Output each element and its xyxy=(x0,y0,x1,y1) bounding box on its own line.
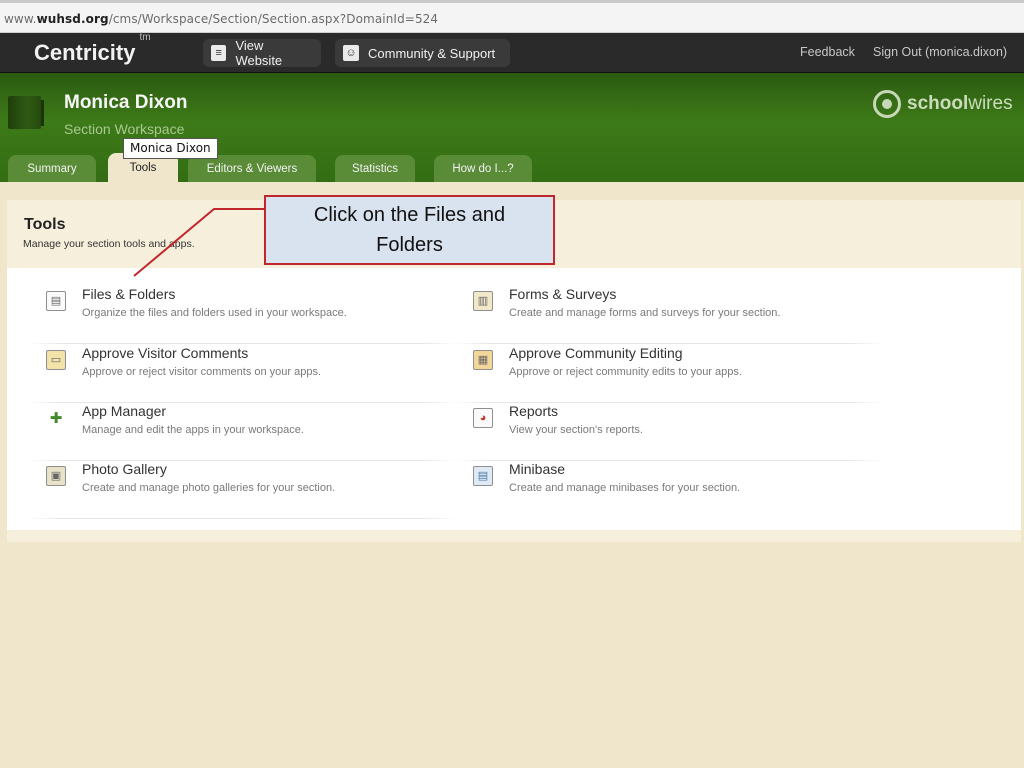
view-website-button[interactable]: ≡ View Website xyxy=(203,38,321,68)
schoolwires-ring-icon xyxy=(873,90,901,118)
tools-list: ▤ Files & Folders Organize the files and… xyxy=(7,268,1021,530)
section-owner-name: Monica Dixon xyxy=(64,92,188,113)
tool-label[interactable]: Approve Visitor Comments xyxy=(82,345,248,361)
puzzle-icon: ✚ xyxy=(46,408,66,428)
tool-description: Create and manage photo galleries for yo… xyxy=(82,482,336,494)
tool-label[interactable]: Photo Gallery xyxy=(82,461,167,477)
tool-description: View your section's reports. xyxy=(509,424,643,436)
brand-name: Centricity xyxy=(34,40,136,65)
tooltip: Monica Dixon xyxy=(123,138,218,159)
tool-label[interactable]: Files & Folders xyxy=(82,286,175,302)
url-prefix: www. xyxy=(4,12,37,26)
tool-label[interactable]: Forms & Surveys xyxy=(509,286,616,302)
tab-editors-viewers[interactable]: Editors & Viewers xyxy=(188,155,316,182)
tool-description: Create and manage minibases for your sec… xyxy=(509,482,741,494)
logo-text-light: wires xyxy=(968,93,1013,114)
tool-label[interactable]: App Manager xyxy=(82,403,166,419)
forms-surveys-icon: ▥ xyxy=(473,291,493,311)
tool-description: Approve or reject visitor comments on yo… xyxy=(82,366,322,378)
url-text[interactable]: www.wuhsd.org/cms/Workspace/Section/Sect… xyxy=(4,12,438,26)
tool-app-manager[interactable]: ✚ App Manager Manage and edit the apps i… xyxy=(27,403,457,461)
community-support-button[interactable]: ☺ Community & Support xyxy=(335,39,510,67)
view-website-label: View Website xyxy=(235,38,283,68)
tool-approve-community-editing[interactable]: ▦ Approve Community Editing Approve or r… xyxy=(454,345,884,403)
top-navbar: Centricitytm ≡ View Website ☺ Community … xyxy=(0,32,1024,73)
tool-description: Create and manage forms and surveys for … xyxy=(509,307,781,319)
tool-description: Manage and edit the apps in your workspa… xyxy=(82,424,304,436)
tab-how-do-i[interactable]: How do I...? xyxy=(434,155,532,182)
feedback-link[interactable]: Feedback xyxy=(800,45,855,59)
tool-files-folders[interactable]: ▤ Files & Folders Organize the files and… xyxy=(27,286,457,344)
section-subtitle: Section Workspace xyxy=(64,121,185,137)
url-domain: wuhsd.org xyxy=(36,12,109,26)
tab-statistics[interactable]: Statistics xyxy=(335,155,415,182)
tool-minibase[interactable]: ▤ Minibase Create and manage minibases f… xyxy=(454,461,884,519)
tool-reports[interactable]: ◕ Reports View your section's reports. xyxy=(454,403,884,461)
files-folders-icon: ▤ xyxy=(46,291,66,311)
tool-label[interactable]: Approve Community Editing xyxy=(509,345,683,361)
tool-approve-visitor-comments[interactable]: ▭ Approve Visitor Comments Approve or re… xyxy=(27,345,457,403)
divider xyxy=(454,343,884,344)
tool-label[interactable]: Minibase xyxy=(509,461,565,477)
minibase-icon: ▤ xyxy=(473,466,493,486)
brand-logo[interactable]: Centricitytm xyxy=(34,32,151,66)
sign-out-link[interactable]: Sign Out (monica.dixon) xyxy=(873,45,1007,59)
address-bar[interactable]: www.wuhsd.org/cms/Workspace/Section/Sect… xyxy=(0,0,1024,33)
url-path: /cms/Workspace/Section/Section.aspx?Doma… xyxy=(108,12,439,26)
tool-label[interactable]: Reports xyxy=(509,403,558,419)
tool-forms-surveys[interactable]: ▥ Forms & Surveys Create and manage form… xyxy=(454,286,884,344)
tool-description: Organize the files and folders used in y… xyxy=(82,307,347,319)
community-editing-icon: ▦ xyxy=(473,350,493,370)
tool-description: Approve or reject community edits to you… xyxy=(509,366,742,378)
divider xyxy=(27,518,457,519)
divider xyxy=(27,343,457,344)
section-book-icon xyxy=(8,96,44,129)
page-description: Manage your section tools and apps. xyxy=(23,238,195,250)
smiley-icon: ☺ xyxy=(343,45,359,61)
page-title: Tools xyxy=(24,216,66,233)
comments-icon: ▭ xyxy=(46,350,66,370)
photo-gallery-icon: ▣ xyxy=(46,466,66,486)
tab-summary[interactable]: Summary xyxy=(8,155,96,182)
community-support-label: Community & Support xyxy=(368,45,496,61)
document-icon: ≡ xyxy=(211,45,227,61)
schoolwires-logo: schoolwires xyxy=(873,90,1013,118)
logo-text-bold: school xyxy=(907,93,969,114)
reports-icon: ◕ xyxy=(473,408,493,428)
instruction-callout: Click on the Files and Folders xyxy=(264,195,555,265)
brand-trademark: tm xyxy=(139,31,151,43)
tool-photo-gallery[interactable]: ▣ Photo Gallery Create and manage photo … xyxy=(27,461,457,519)
